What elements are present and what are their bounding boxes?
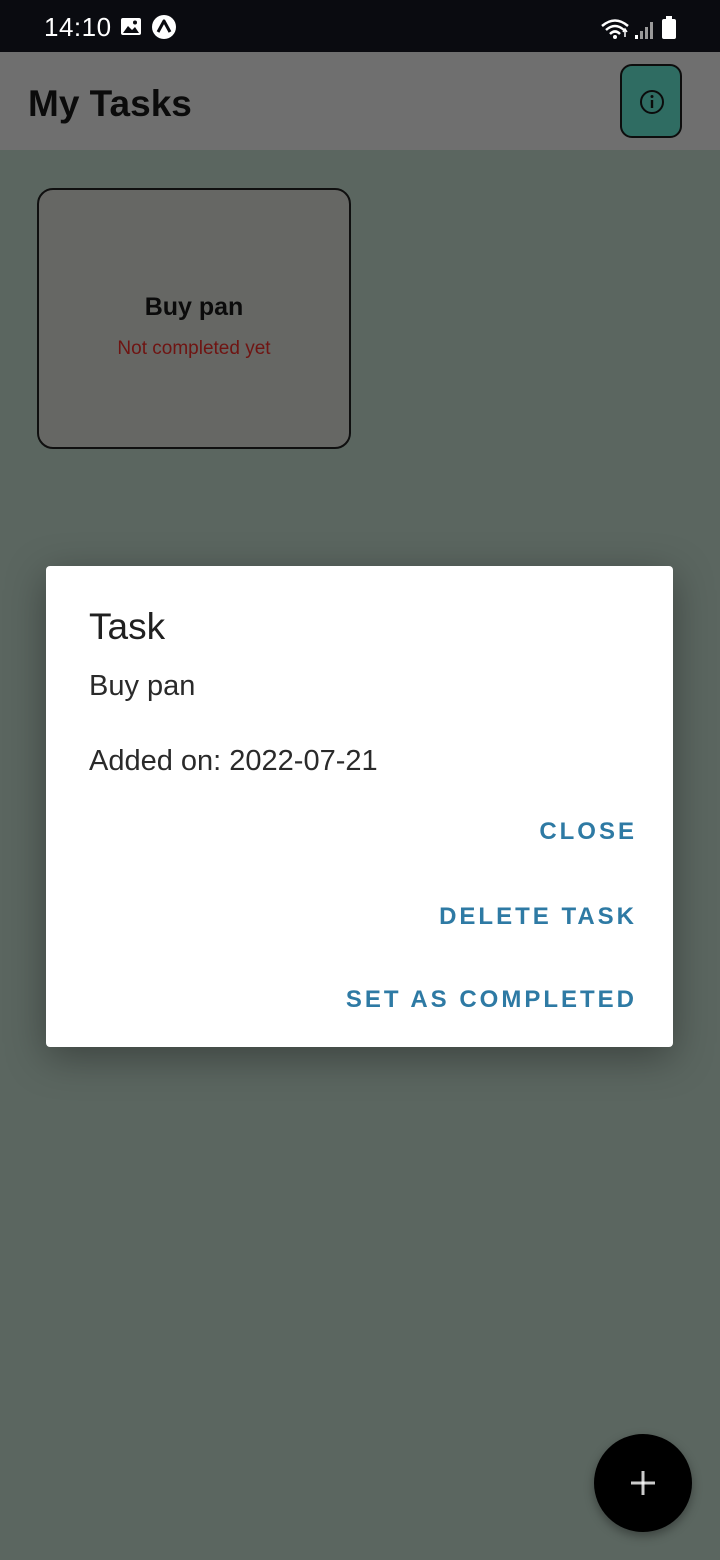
battery-icon [662, 16, 676, 39]
task-card[interactable]: Buy pan Not completed yet [37, 188, 351, 449]
page-title: My Tasks [28, 83, 192, 124]
app-screen: 14:10 My Tasks Buy pan Not completed yet… [0, 0, 720, 1560]
task-dialog: Task Buy pan Added on: 2022-07-21 CLOSE … [46, 566, 673, 1047]
signal-icon [635, 22, 653, 39]
task-card-title: Buy pan [144, 293, 244, 321]
app-notification-icon [152, 15, 176, 39]
dialog-title: Task [89, 606, 166, 647]
info-button[interactable] [620, 64, 682, 138]
task-card-status: Not completed yet [117, 338, 271, 359]
dialog-added-date: Added on: 2022-07-21 [89, 745, 378, 777]
status-bar: 14:10 [0, 0, 720, 52]
set-as-completed-button[interactable]: SET AS COMPLETED [346, 986, 637, 1014]
close-button[interactable]: CLOSE [539, 818, 637, 846]
delete-task-button[interactable]: DELETE TASK [439, 903, 637, 931]
image-icon [121, 18, 141, 35]
status-time: 14:10 [44, 12, 112, 42]
wifi-icon [601, 19, 629, 39]
add-task-button[interactable] [594, 1434, 692, 1532]
dialog-task-name: Buy pan [89, 670, 196, 702]
info-icon [640, 90, 664, 114]
plus-icon [631, 1471, 655, 1495]
app-header: My Tasks [0, 52, 720, 150]
